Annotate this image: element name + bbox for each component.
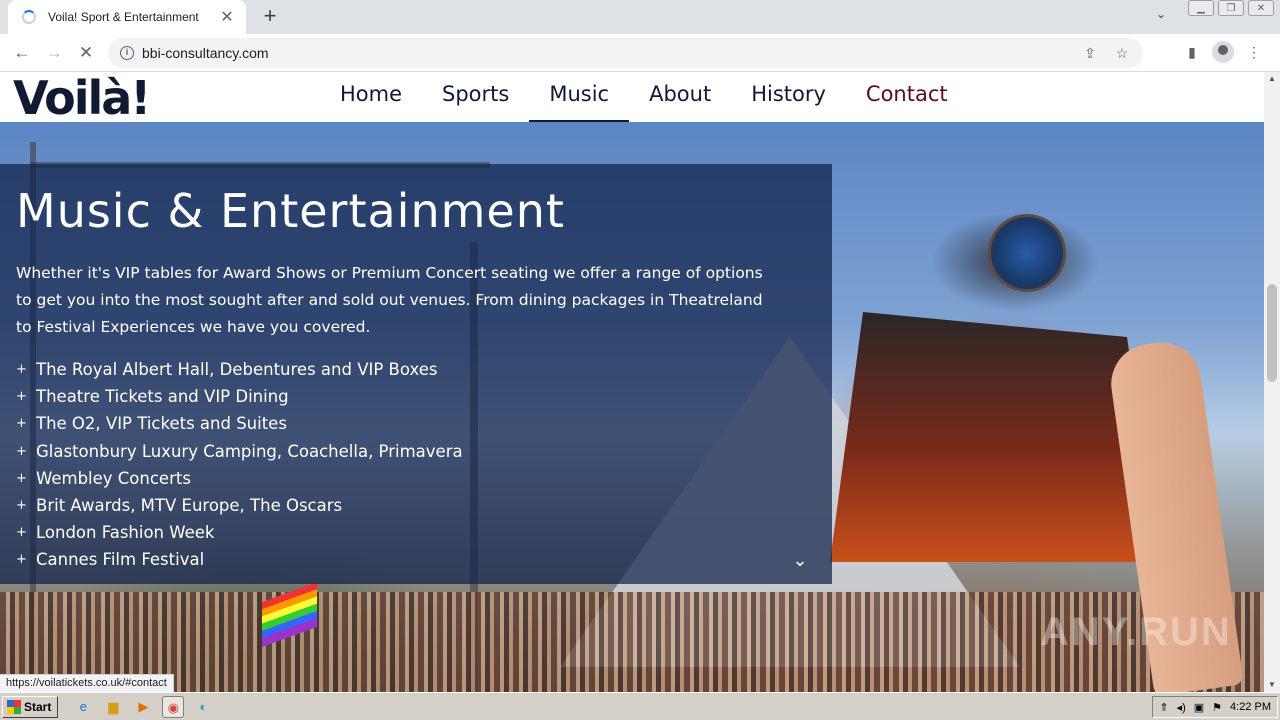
watermark-logo: ANY.RUN [1040,610,1232,654]
new-tab-button[interactable]: + [258,5,282,29]
tab-close-icon[interactable]: ✕ [218,8,236,26]
folder-icon[interactable]: ▆ [102,696,124,718]
chrome-icon[interactable]: ◉ [162,695,185,718]
address-bar[interactable]: i bbi-consultancy.com ⇪ ☆ [108,38,1143,68]
list-item: + The Royal Albert Hall, Debentures and V… [16,356,832,383]
scrollbar-thumb[interactable] [1267,284,1277,382]
stage-disc [988,214,1066,292]
window-close-icon[interactable]: ✕ [1248,0,1274,16]
restore-icon[interactable]: ❐ [1218,0,1244,16]
nav-music[interactable]: Music [529,72,630,122]
plus-icon: + [16,470,27,486]
page-title: Music & Entertainment [16,184,565,238]
nav-sports[interactable]: Sports [422,72,529,122]
loading-spinner-icon [22,10,36,24]
scroll-down-icon[interactable]: ▼ [1264,678,1280,692]
tab-title: Voila! Sport & Entertainment [48,10,199,24]
plus-icon: + [16,362,27,377]
browser-tab[interactable]: Voila! Sport & Entertainment ✕ [8,0,246,34]
site-logo[interactable]: Voilà! [13,74,151,122]
page-scrollbar[interactable]: ▲ ▼ [1264,72,1280,692]
plus-icon: + [16,498,27,514]
plus-icon: + [16,552,27,568]
list-item: + London Fashion Week [16,519,832,546]
window-controls: ▁ ❐ ✕ [1188,0,1274,16]
system-tray: ⇑ ◂) ▣ ⚑ 4:22 PM [1152,696,1278,718]
star-icon[interactable]: ☆ [1111,42,1133,64]
browser-toolbar: ← → ✕ i bbi-consultancy.com ⇪ ☆ ▮ ⋮ [0,34,1280,72]
url-text[interactable]: bbi-consultancy.com [142,45,1079,61]
arrow-left-icon[interactable]: ← [10,41,34,65]
internet-explorer-icon[interactable]: e [72,696,94,718]
windows-logo-icon [7,699,21,714]
quick-launch: e ▆ ▶ ◉ ◐ [72,695,214,718]
nav-about[interactable]: About [629,72,731,122]
status-bar-url: https://voilatickets.co.uk/#contact [0,674,174,692]
list-item: + Glastonbury Luxury Camping, Coachella, … [16,438,832,465]
windows-taskbar: Start e ▆ ▶ ◉ ◐ ⇑ ◂) ▣ ⚑ 4:22 PM [0,692,1280,720]
kebab-menu-icon[interactable]: ⋮ [1242,40,1266,64]
edge-icon[interactable]: ◐ [192,696,214,718]
list-item: + Brit Awards, MTV Europe, The Oscars [16,492,832,519]
info-icon[interactable]: i [120,46,134,60]
network-icon[interactable]: ▣ [1194,701,1204,714]
list-item: + Theatre Tickets and VIP Dining [16,383,832,410]
main-stage [830,312,1160,562]
hero-image: Music & Entertainment Whether it's VIP t… [0,122,1264,692]
chevron-down-icon[interactable]: ⌄ [788,548,812,572]
plus-icon: + [16,443,27,459]
list-item: + Wembley Concerts [16,465,832,492]
clock[interactable]: 4:22 PM [1230,701,1271,713]
plus-icon: + [16,525,27,541]
hero-panel: Music & Entertainment Whether it's VIP t… [0,164,832,584]
site-header: Voilà! Home Sports Music About History C… [0,72,1264,122]
list-item: + The O2, VIP Tickets and Suites [16,410,832,437]
sidebar-icon[interactable]: ▮ [1180,40,1204,64]
nav-home[interactable]: Home [320,72,422,122]
main-nav: Home Sports Music About History Contact [320,72,968,122]
plus-icon: + [16,389,27,405]
service-list: + The Royal Albert Hall, Debentures and V… [16,356,832,574]
nav-contact[interactable]: Contact [846,72,968,122]
tab-search-icon[interactable]: ⌄ [1150,7,1172,27]
scroll-up-icon[interactable]: ▲ [1264,72,1280,86]
tray-expand-icon[interactable]: ⇑ [1159,701,1168,714]
flag-icon[interactable]: ⚑ [1212,701,1222,714]
stop-icon[interactable]: ✕ [74,41,98,65]
page-viewport: Voilà! Home Sports Music About History C… [0,72,1264,692]
minimize-icon[interactable]: ▁ [1188,0,1214,16]
media-player-icon[interactable]: ▶ [132,696,154,718]
start-button[interactable]: Start [2,695,59,718]
nav-history[interactable]: History [731,72,846,122]
list-item: + Cannes Film Festival [16,546,832,573]
share-icon[interactable]: ⇪ [1079,42,1101,64]
volume-icon[interactable]: ◂) [1177,701,1186,714]
profile-icon[interactable] [1212,41,1234,63]
hero-intro: Whether it's VIP tables for Award Shows … [16,264,763,336]
plus-icon: + [16,416,27,432]
arrow-right-icon[interactable]: → [42,41,66,65]
browser-tab-bar: Voila! Sport & Entertainment ✕ + ⌄ ▁ ❐ ✕ [0,0,1280,34]
